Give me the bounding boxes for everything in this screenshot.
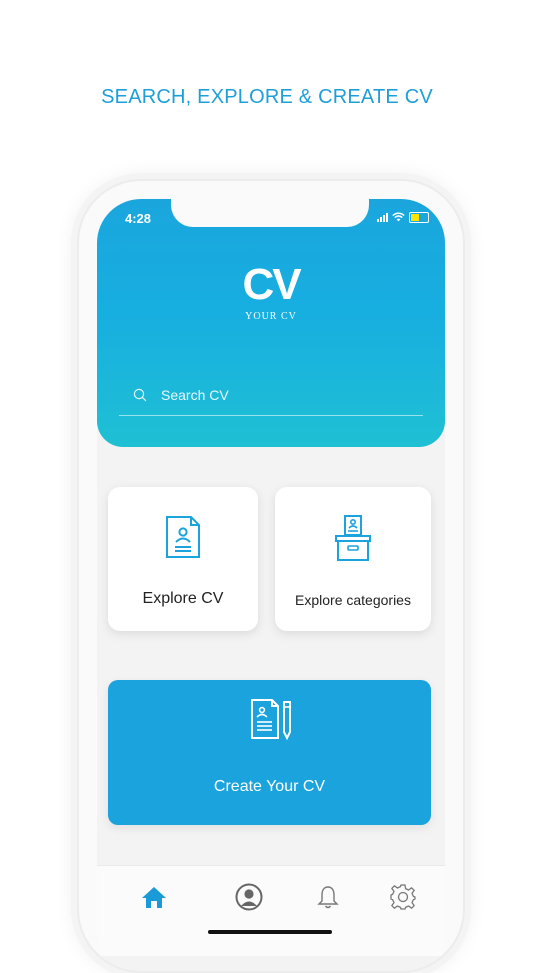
- phone-frame: 4:28 CV YOUR CV Search CV Explore CV Exp…: [77, 179, 465, 973]
- explore-cv-label: Explore CV: [142, 590, 224, 607]
- tab-bar: [97, 865, 445, 956]
- create-cv-label: Create Your CV: [213, 778, 326, 795]
- search-icon: [133, 388, 147, 402]
- battery-icon: [409, 211, 429, 223]
- archive-box-icon: [335, 515, 371, 561]
- search-input[interactable]: [159, 386, 363, 404]
- logo-subtitle: YOUR CV: [245, 311, 297, 322]
- status-icons: [377, 211, 429, 223]
- tab-profile[interactable]: [234, 882, 264, 912]
- home-icon: [142, 887, 166, 908]
- signal-icon: [377, 212, 388, 222]
- app-logo: CV YOUR CV: [97, 260, 445, 323]
- explore-categories-card[interactable]: Explore categories: [275, 487, 431, 631]
- create-cv-button[interactable]: Create Your CV: [108, 680, 431, 825]
- header-banner: 4:28 CV YOUR CV: [97, 199, 445, 447]
- user-icon: [235, 883, 263, 911]
- explore-categories-label: Explore categories: [295, 592, 411, 608]
- wifi-icon: [392, 212, 405, 222]
- gear-icon: [390, 884, 416, 910]
- app-screen: 4:28 CV YOUR CV Search CV Explore CV Exp…: [97, 199, 445, 971]
- device-notch: [171, 199, 369, 227]
- document-icon: [166, 516, 200, 558]
- tab-notifications[interactable]: [313, 882, 343, 912]
- headline: SEARCH, EXPLORE & CREATE CV: [101, 86, 433, 108]
- status-time: 4:28: [125, 211, 152, 226]
- bell-icon: [317, 886, 339, 909]
- home-indicator[interactable]: [208, 930, 332, 934]
- tab-settings[interactable]: [388, 882, 418, 912]
- tab-home[interactable]: [139, 882, 169, 912]
- document-pen-icon: [251, 699, 291, 740]
- search-bar[interactable]: [119, 375, 423, 416]
- logo-mark: CV: [242, 260, 301, 309]
- explore-cv-card[interactable]: Explore CV: [108, 487, 258, 631]
